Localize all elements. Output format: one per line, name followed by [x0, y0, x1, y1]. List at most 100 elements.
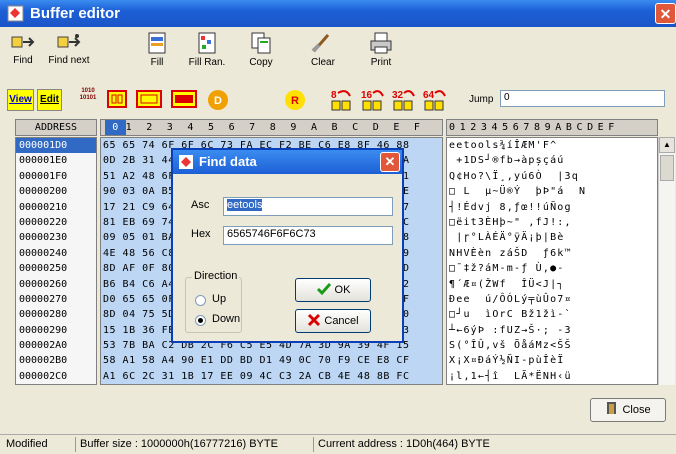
decimal-button[interactable]: D	[206, 88, 230, 115]
r-button[interactable]: R	[283, 88, 307, 115]
dialog-title: Find data	[199, 154, 257, 169]
clear-icon	[311, 34, 330, 53]
find-next-button[interactable]: Find next	[44, 31, 94, 66]
bits-button[interactable]: 1010 10101	[74, 88, 102, 112]
address-cell: 000001D0	[16, 138, 96, 154]
up-radio[interactable]	[195, 295, 206, 306]
address-cell: 00000280	[19, 309, 68, 321]
print-button[interactable]: Print	[364, 31, 398, 68]
dword-view-icon[interactable]	[170, 88, 198, 113]
ascii-row[interactable]: ¡l,1←┤î LÃ*ËNH‹ü	[447, 369, 657, 384]
down-label: Down	[212, 313, 241, 325]
svg-text:8: 8	[331, 90, 337, 101]
status-current-address: Current address : 1D0h(464) BYTE	[318, 438, 490, 450]
jump-input[interactable]: 0	[500, 90, 665, 107]
scroll-thumb[interactable]	[660, 155, 674, 181]
ascii-row[interactable]: X¡X¤ĐáÝ½ÑI-pùÎèÏ	[447, 353, 657, 368]
fill-random-icon	[198, 32, 216, 54]
address-cell: 00000210	[19, 201, 68, 213]
find-data-dialog: Find data ✕ Asc eetools Hex 6565746F6F6C…	[171, 148, 404, 343]
ascii-col-labels: 0123456789ABCDEF	[449, 122, 619, 133]
address-cell: 00000270	[19, 293, 68, 305]
view-toolbar: View Edit 1010 10101 D R 8 16 32 64 Jump…	[0, 85, 676, 115]
asc-label: Asc	[191, 199, 210, 211]
hex-input[interactable]: 6565746F6F6C73	[223, 226, 393, 245]
hex-col-label: C	[352, 122, 359, 133]
byte-view-icon[interactable]	[106, 88, 128, 113]
window-title: Buffer editor	[30, 5, 120, 22]
status-buffer-size: Buffer size : 1000000h(16777216) BYTE	[80, 438, 278, 450]
hex-col-label: 4	[187, 122, 194, 133]
ascii-row[interactable]: Q¢Ho?\Ï¸,yú6Ò |3q	[447, 169, 657, 184]
address-cell: 00000290	[19, 324, 68, 336]
close-button[interactable]: Close	[590, 398, 666, 422]
ascii-row[interactable]: NHVÈèn záŠD ƒ6k™	[447, 246, 657, 261]
view-button[interactable]: View	[7, 89, 34, 111]
svg-text:16: 16	[361, 90, 373, 101]
clear-button[interactable]: Clear	[306, 31, 340, 68]
ascii-row[interactable]: ┴←6ýÞ :fUZ→Š·; -3	[447, 323, 657, 338]
hex-col-label: F	[413, 122, 420, 133]
hex-column-header: 01 2 3 4 5 6 7 8 9 A B C D E F	[100, 119, 443, 136]
up-label: Up	[212, 293, 227, 305]
ascii-row[interactable]: eetools¾íÎÆM'F^	[447, 138, 657, 153]
cancel-button[interactable]: Cancel	[295, 309, 371, 333]
ascii-row[interactable]: S(°ÎÛ,vš ÕåáMz<ŠŠ	[447, 338, 657, 353]
fill-button[interactable]: Fill	[140, 31, 174, 68]
hex-col-label: D	[372, 122, 379, 133]
dialog-title-bar[interactable]: Find data ✕	[173, 150, 402, 174]
ascii-row[interactable]: □ëit3ÈHþ~" ,fJ!:,	[447, 215, 657, 230]
address-cell: 000001E0	[19, 155, 68, 167]
hex-col-label: 0	[105, 120, 126, 135]
ascii-row[interactable]: □ L µ~Ü®Ý þÞ"á N	[447, 184, 657, 199]
ascii-row[interactable]: |ɼ°LÀÉÄ°ÿÄ¡þ|Bè	[447, 230, 657, 245]
ok-button[interactable]: OK	[295, 278, 371, 302]
close-door-icon	[607, 402, 617, 414]
svg-text:32: 32	[392, 90, 404, 101]
dialog-app-icon	[179, 155, 193, 169]
scroll-up-arrow[interactable]: ▲	[659, 137, 675, 153]
window-close-button[interactable]: ✕	[655, 3, 676, 24]
ascii-row[interactable]: ¶´Æ¤(ŽWf ÎÜ<J|┐	[447, 277, 657, 292]
x-icon	[308, 313, 321, 327]
title-bar[interactable]: Buffer editor ✕	[0, 0, 676, 27]
16bit-button[interactable]: 16	[359, 88, 385, 115]
find-icon	[11, 36, 35, 48]
ascii-row[interactable]: Ðee ú/ÔÓLý╤ùÛo7¤	[447, 292, 657, 307]
status-bar: Modified Buffer size : 1000000h(16777216…	[0, 434, 676, 454]
address-column: 000001D0 000001E0 000001F0 00000200 00000210…	[15, 137, 97, 385]
copy-button[interactable]: Copy	[244, 31, 278, 68]
copy-icon	[251, 32, 271, 54]
hex-label: Hex	[191, 228, 211, 240]
svg-text:R: R	[291, 95, 299, 107]
printer-icon	[370, 32, 392, 54]
vertical-scrollbar[interactable]: ▲	[658, 137, 675, 385]
64bit-button[interactable]: 64	[421, 88, 447, 115]
ascii-row[interactable]: □┘u ìOrC Bž1žì-`	[447, 307, 657, 322]
ascii-row[interactable]: □¯‡ž?áM-m-ƒ Ù,●-	[447, 261, 657, 276]
32bit-button[interactable]: 32	[390, 88, 416, 115]
address-header: ADDRESS	[15, 119, 97, 136]
dialog-close-button[interactable]: ✕	[380, 152, 400, 172]
asc-input[interactable]: eetools	[223, 197, 393, 216]
8bit-button[interactable]: 8	[328, 88, 354, 115]
address-cell: 00000240	[19, 247, 68, 259]
fill-random-button[interactable]: Fill Ran.	[186, 31, 228, 68]
hex-row[interactable]: 58 A1 58 A4 90 E1 DD BD D1 49 0C 70 F9 C…	[101, 353, 442, 368]
hex-col-label: 5	[207, 122, 214, 133]
ascii-view[interactable]: eetools¾íÎÆM'F^ +1DS┘®fb→àpșçáú Q¢Ho?\Ï¸,…	[446, 137, 658, 385]
down-radio[interactable]	[195, 315, 206, 326]
edit-button[interactable]: Edit	[37, 89, 62, 111]
hex-col-label: E	[393, 122, 400, 133]
ascii-row[interactable]: +1DS┘®fb→àpșçáú	[447, 153, 657, 168]
ascii-row[interactable]: ┤!Édvj 8,ƒœ!!úÑog	[447, 200, 657, 215]
hex-col-label: 9	[290, 122, 297, 133]
word-view-icon[interactable]	[135, 88, 163, 113]
checkmark-icon	[316, 283, 331, 296]
hex-col-label: A	[310, 122, 317, 133]
hex-row[interactable]: A1 6C 2C 31 1B 17 EE 09 4C C3 2A CB 4E 4…	[101, 369, 442, 384]
svg-text:D: D	[214, 95, 222, 107]
toolbar: Find Find next Fill Fill Ran. Copy Clear…	[0, 27, 676, 83]
find-button[interactable]: Find	[6, 31, 40, 66]
buffer-editor-window: Buffer editor ✕ Find Find next Fill Fill…	[0, 0, 676, 453]
